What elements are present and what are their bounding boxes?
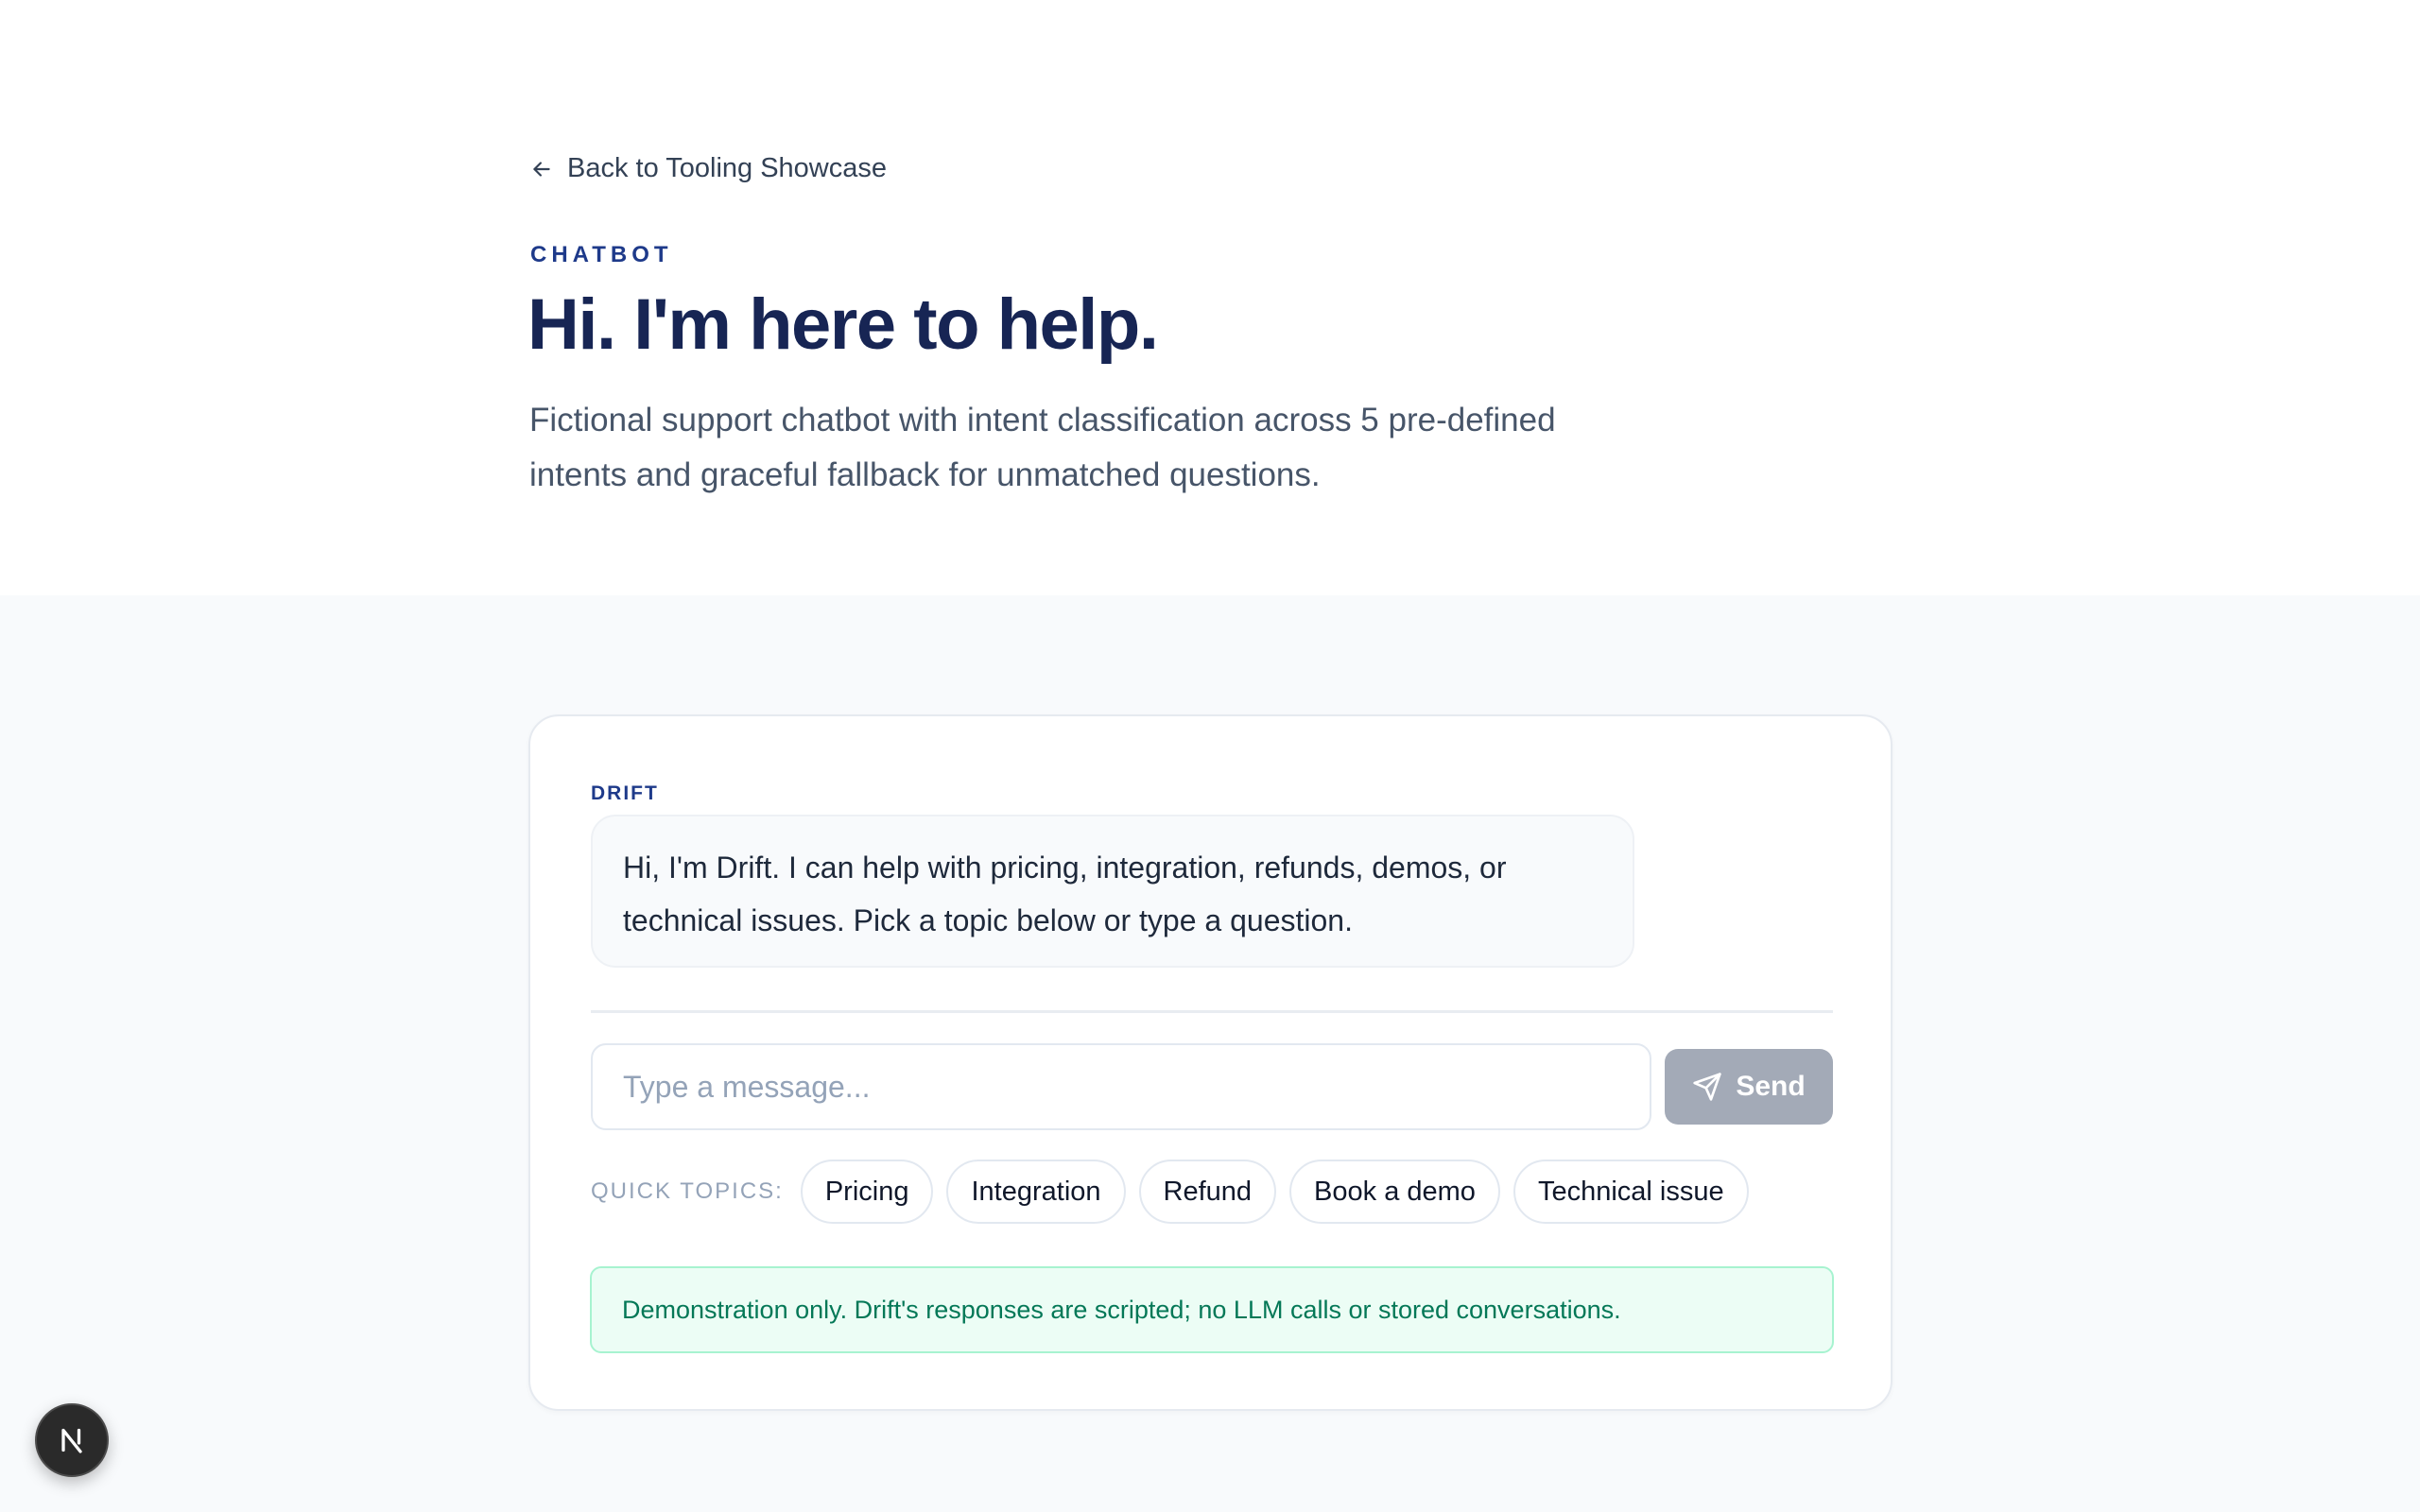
back-link[interactable]: Back to Tooling Showcase: [529, 153, 887, 184]
bot-message-bubble: Hi, I'm Drift. I can help with pricing, …: [591, 815, 1634, 968]
dev-tools-button[interactable]: [35, 1403, 109, 1477]
back-link-label: Back to Tooling Showcase: [567, 153, 888, 183]
page-subtitle: Fictional support chatbot with intent cl…: [529, 402, 1556, 493]
divider: [591, 1010, 1833, 1013]
send-button[interactable]: Send: [1665, 1049, 1833, 1125]
topic-chip-technical-issue[interactable]: Technical issue: [1512, 1160, 1749, 1224]
topic-chip-refund[interactable]: Refund: [1138, 1160, 1277, 1224]
topic-chip-pricing[interactable]: Pricing: [800, 1160, 934, 1224]
send-button-label: Send: [1736, 1071, 1806, 1102]
nextjs-icon: [61, 1428, 82, 1453]
topic-chip-book-demo[interactable]: Book a demo: [1289, 1160, 1500, 1224]
quick-topics-label: QUICK TOPICS:: [591, 1178, 784, 1204]
topic-chip-integration[interactable]: Integration: [946, 1160, 1126, 1224]
message-sender: DRIFT: [591, 782, 659, 804]
arrow-left-icon: [533, 161, 550, 177]
chat-card: DRIFT Hi, I'm Drift. I can help with pri…: [528, 714, 1893, 1411]
message-input[interactable]: [591, 1043, 1651, 1130]
send-icon: [1693, 1073, 1721, 1101]
page-title: Hi. I'm here to help.: [527, 284, 1159, 365]
hero-section: Back to Tooling Showcase CHATBOT Hi. I'm…: [0, 0, 2420, 595]
demo-notice: Demonstration only. Drift's responses ar…: [590, 1266, 1834, 1353]
quick-topics: QUICK TOPICS: Pricing Integration Refund…: [591, 1159, 1749, 1225]
page-eyebrow: CHATBOT: [530, 242, 673, 267]
